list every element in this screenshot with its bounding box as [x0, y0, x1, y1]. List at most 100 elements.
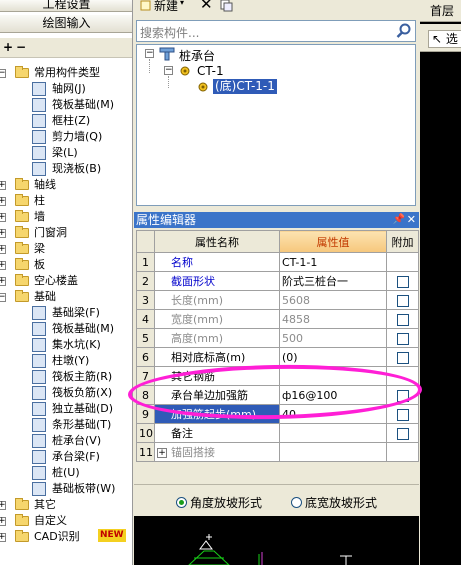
select-button-label: 选	[445, 32, 458, 46]
collapse-toggle[interactable]: −	[0, 293, 6, 302]
property-name-text: 高度(mm)	[171, 332, 224, 345]
tree-leaf-selected[interactable]: (底)CT-1-1	[213, 79, 277, 94]
property-value[interactable]: 4858	[279, 309, 387, 329]
column-pier-icon	[32, 354, 46, 368]
collapse-all-icon[interactable]: −	[16, 41, 26, 53]
property-value[interactable]: CT-1-1	[279, 252, 387, 272]
property-extra	[386, 290, 419, 310]
property-row[interactable]: 10 备注	[136, 423, 419, 443]
select-button[interactable]: ↖ 选	[428, 30, 461, 48]
property-row[interactable]: 1 名称 CT-1-1	[136, 252, 419, 272]
nav-project-settings-button[interactable]: 工程设置	[0, 0, 132, 12]
isolated-foundation-icon	[32, 402, 46, 416]
property-value[interactable]: 40	[279, 404, 387, 424]
extra-checkbox[interactable]	[396, 313, 409, 326]
expand-toggle[interactable]: +	[0, 213, 6, 222]
header-extra: 附加	[386, 230, 419, 253]
extra-checkbox[interactable]	[396, 408, 409, 421]
property-name: + 锚固搭接	[154, 442, 280, 462]
search-icon[interactable]	[396, 23, 412, 39]
property-name: 长度(mm)	[154, 290, 280, 310]
tree-item-label: 筏板基础(M)	[52, 322, 115, 335]
expand-toggle[interactable]: +	[0, 501, 6, 510]
tree-root-label[interactable]: 桩承台	[179, 47, 215, 64]
property-editor-title-bar: 属性编辑器 📌 ✕	[134, 212, 419, 228]
delete-icon[interactable]: ✕	[200, 0, 213, 13]
property-row[interactable]: 8 承台单边加强筋 ф16@100	[136, 385, 419, 405]
folder-icon	[15, 194, 29, 206]
close-icon[interactable]: ✕	[407, 212, 416, 228]
component-gear-icon	[198, 82, 208, 92]
pin-icon[interactable]: 📌	[393, 212, 405, 228]
property-row[interactable]: 5 高度(mm) 500	[136, 328, 419, 348]
folder-icon	[15, 498, 29, 510]
expand-toggle[interactable]: +	[157, 448, 167, 458]
extra-checkbox[interactable]	[396, 294, 409, 307]
property-value[interactable]: 500	[279, 328, 387, 348]
component-list-tree: − 桩承台 − CT-1 (底)CT-1-1	[136, 44, 416, 206]
property-name: 备注	[154, 423, 280, 443]
expand-toggle[interactable]: +	[0, 229, 6, 238]
tree-folder-label: 基础	[34, 290, 56, 303]
tree-folder-label: CAD识别	[34, 530, 80, 543]
floor-tab[interactable]: 首层	[420, 0, 461, 22]
property-row[interactable]: 6 相对底标高(m) (0)	[136, 347, 419, 367]
property-value[interactable]: 5608	[279, 290, 387, 310]
property-value[interactable]	[279, 366, 387, 386]
property-value[interactable]	[279, 442, 387, 462]
new-button[interactable]: 新建	[154, 0, 178, 14]
collapse-toggle[interactable]: −	[0, 69, 6, 78]
expand-toggle[interactable]: +	[0, 261, 6, 270]
property-name: 相对底标高(m)	[154, 347, 280, 367]
property-row[interactable]: 3 长度(mm) 5608	[136, 290, 419, 310]
nav-drawing-input-button[interactable]: 绘图输入	[0, 15, 132, 33]
property-name-text: 截面形状	[171, 275, 215, 288]
extra-checkbox[interactable]	[396, 427, 409, 440]
property-value[interactable]: 阶式三桩台一	[279, 271, 387, 291]
extra-checkbox[interactable]	[396, 275, 409, 288]
expand-toggle[interactable]: +	[0, 245, 6, 254]
tree-folder-label: 其它	[34, 498, 56, 511]
expand-toggle[interactable]: +	[0, 197, 6, 206]
expand-all-icon[interactable]: +	[3, 41, 13, 53]
property-value[interactable]: (0)	[279, 347, 387, 367]
expand-toggle[interactable]: +	[0, 533, 6, 542]
property-value[interactable]	[279, 423, 387, 443]
component-toolbar: 新建 ▾ ✕	[134, 0, 419, 14]
component-gear-icon	[180, 66, 190, 76]
tree-item-label: 现浇板(B)	[52, 162, 102, 175]
property-value[interactable]: ф16@100	[279, 385, 387, 405]
beam-icon	[32, 146, 46, 160]
tree-child-label[interactable]: CT-1	[197, 64, 224, 78]
bottom-width-slope-radio[interactable]: 底宽放坡形式	[291, 494, 377, 511]
angle-slope-radio[interactable]: 角度放坡形式	[176, 494, 262, 511]
header-name: 属性名称	[154, 230, 280, 253]
property-row[interactable]: 7 其它钢筋	[136, 366, 419, 386]
row-number: 10	[136, 423, 155, 443]
collapse-toggle[interactable]: −	[145, 49, 154, 58]
extra-checkbox[interactable]	[396, 332, 409, 345]
cad-preview	[134, 516, 419, 565]
property-row[interactable]: 2 截面形状 阶式三桩台一	[136, 271, 419, 291]
property-row[interactable]: 9 加强筋起步(mm) 40	[136, 404, 419, 424]
extra-checkbox[interactable]	[396, 389, 409, 402]
expand-toggle[interactable]: +	[0, 181, 6, 190]
extra-checkbox[interactable]	[396, 351, 409, 364]
folder-icon	[15, 242, 29, 254]
property-row[interactable]: 11 + 锚固搭接	[136, 442, 419, 462]
folder-icon	[15, 274, 29, 286]
property-extra	[386, 423, 419, 443]
copy-icon[interactable]	[220, 0, 234, 12]
collapse-toggle[interactable]: −	[164, 66, 173, 75]
expand-toggle[interactable]: +	[0, 277, 6, 286]
search-input[interactable]: 搜索构件...	[136, 20, 416, 42]
property-row[interactable]: 4 宽度(mm) 4858	[136, 309, 419, 329]
row-number: 6	[136, 347, 155, 367]
drawing-area[interactable]: 首层 ↖ 选	[420, 0, 461, 565]
expand-toggle[interactable]: +	[0, 517, 6, 526]
cap-beam-icon	[32, 450, 46, 464]
property-name: 加强筋起步(mm)	[154, 404, 280, 424]
dropdown-arrow-icon[interactable]: ▾	[180, 0, 184, 7]
row-number: 5	[136, 328, 155, 348]
tree-item-label: 框柱(Z)	[52, 114, 91, 127]
